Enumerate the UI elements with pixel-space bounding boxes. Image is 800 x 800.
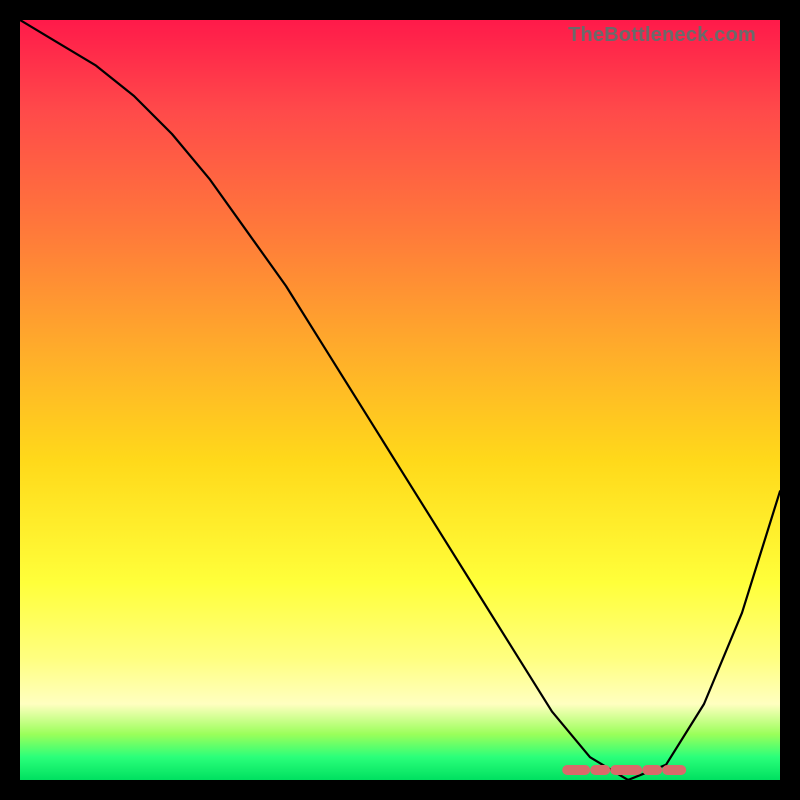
chart-plot-area: TheBottleneck.com [20,20,780,780]
bottleneck-curve-path [20,20,780,780]
chart-svg [20,20,780,780]
